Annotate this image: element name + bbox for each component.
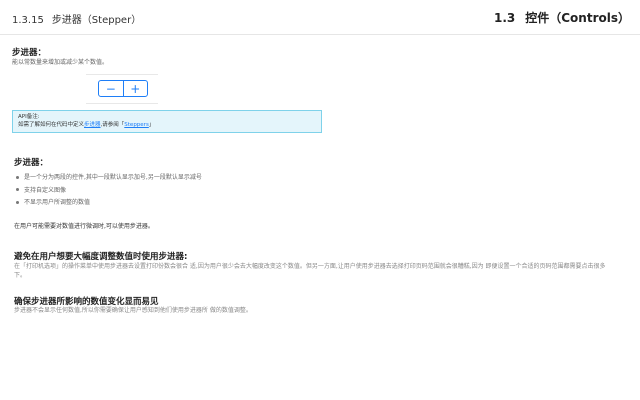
list-item-text: 支持自定义图像 (24, 186, 67, 194)
chapter-heading: 1.3 控件（Controls） (494, 9, 630, 26)
api-note-text-before: 如需了解如何在代码中定义 (18, 122, 85, 128)
section-number: 1.3.15 (12, 15, 44, 26)
stepper-doc-link[interactable]: 步进器 (84, 122, 101, 128)
api-note-box: API备注: 如需了解如何在代码中定义步进器,请参阅「Steppers」 (12, 110, 322, 133)
steppers-api-link[interactable]: Steppers (124, 122, 149, 128)
plus-icon: + (130, 81, 141, 96)
bullet-icon (16, 188, 19, 191)
list-item-text: 是一个分为两段的控件,其中一段默认显示加号,另一段默认显示减号 (24, 174, 202, 181)
feature-list: 是一个分为两段的控件,其中一段默认显示加号,另一段默认显示减号 支持自定义图像 … (14, 172, 202, 210)
stepper-decrement-button[interactable]: − (99, 81, 124, 96)
list-item: 是一个分为两段的控件,其中一段默认显示加号,另一段默认显示减号 (14, 172, 202, 185)
chapter-title: 控件（Controls） (525, 11, 630, 25)
stepper-control[interactable]: − + (98, 80, 148, 97)
section2-title: 避免在用户想要大幅度调整数值时使用步进器: (14, 252, 188, 262)
minus-icon: − (105, 81, 116, 96)
list-item: 不显示用户所调整的数值 (14, 197, 202, 210)
stepper-increment-button[interactable]: + (124, 81, 148, 96)
api-note-text: 如需了解如何在代码中定义步进器,请参阅「Steppers」 (18, 121, 316, 129)
intro-description: 能以常数量来增加或减少某个数值。 (12, 59, 109, 66)
page-header: 1.3.15 步进器（Stepper） 1.3 控件（Controls） (0, 0, 640, 35)
api-note-text-middle: ,请参阅「 (100, 122, 125, 128)
section-title: 步进器（Stepper） (51, 15, 142, 26)
usage-paragraph: 在用户可能需要对数值进行微调时,可以使用步进器。 (14, 223, 154, 230)
list-item-text: 不显示用户所调整的数值 (24, 199, 91, 206)
api-note-text-after: 」 (148, 122, 155, 128)
section1-title: 步进器： (14, 158, 49, 168)
bullet-icon (16, 175, 19, 179)
section3-title: 确保步进器所影响的数值变化显而易见 (14, 297, 159, 307)
section3-text: 步进器不会显示任何数值,所以你需要确保让用户感知到他们使用步进器所 做的数值调整… (14, 307, 252, 314)
api-note-label: API备注: (18, 114, 40, 120)
list-item: 支持自定义图像 (14, 185, 202, 198)
chapter-number: 1.3 (493, 11, 516, 25)
section-heading: 1.3.15 步进器（Stepper） (12, 11, 141, 26)
section2-text: 在「打印机选项」的操作菜单中使用步进器去设置打印份数会很合 适,因为用户很少会去… (14, 263, 606, 279)
bullet-icon (16, 200, 19, 204)
